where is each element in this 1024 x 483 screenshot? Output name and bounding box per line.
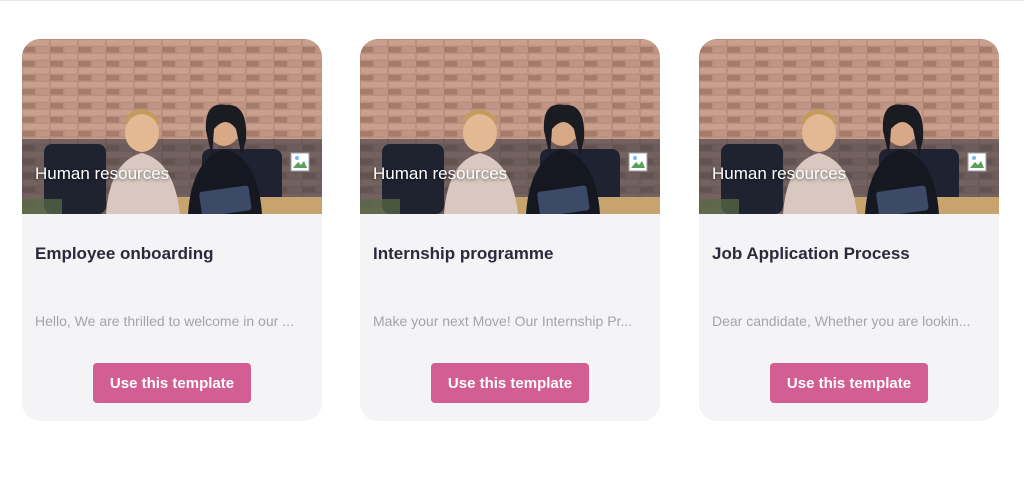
card-excerpt: Hello, We are thrilled to welcome in our… (35, 313, 294, 329)
card-title: Job Application Process (712, 244, 910, 263)
broken-image-icon (967, 152, 987, 172)
category-label: Human resources (35, 164, 170, 183)
card-title: Internship programme (373, 244, 554, 263)
broken-image-icon (290, 152, 310, 172)
use-template-button[interactable]: Use this template (93, 363, 251, 403)
template-card-grid: Human resources Employee onboarding Hell… (22, 39, 1002, 421)
top-divider (0, 0, 1024, 1)
card-excerpt: Make your next Move! Our Internship Pr..… (373, 313, 633, 329)
card-hero-image: Human resources (699, 39, 999, 214)
use-template-button[interactable]: Use this template (770, 363, 928, 403)
use-template-button[interactable]: Use this template (431, 363, 589, 403)
category-label: Human resources (373, 164, 508, 183)
office-meeting-photo (699, 39, 999, 214)
broken-image-icon (628, 152, 648, 172)
card-title: Employee onboarding (35, 244, 214, 263)
office-meeting-photo (360, 39, 660, 214)
office-meeting-photo (22, 39, 322, 214)
card-hero-image: Human resources (22, 39, 322, 214)
template-card[interactable]: Human resources Internship programme Mak… (360, 39, 660, 421)
category-label: Human resources (712, 164, 847, 183)
template-card[interactable]: Human resources Employee onboarding Hell… (22, 39, 322, 421)
card-hero-image: Human resources (360, 39, 660, 214)
card-excerpt: Dear candidate, Whether you are lookin..… (712, 313, 971, 329)
template-card[interactable]: Human resources Job Application Process … (699, 39, 999, 421)
